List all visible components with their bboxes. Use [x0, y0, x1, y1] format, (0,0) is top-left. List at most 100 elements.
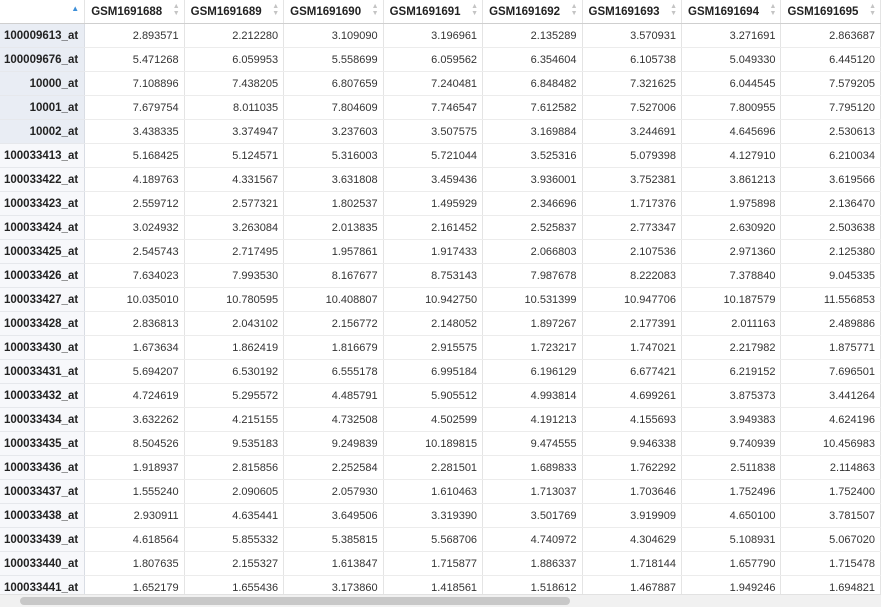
- table-cell: 6.196129: [482, 359, 583, 384]
- data-table: ▲ GSM1691688 ▲ ▼ GSM1691689 ▲ ▼ GSM1691690 ▲ ▼ GS…: [0, 0, 881, 600]
- table-cell: 1.975898: [681, 191, 782, 216]
- column-header-gsm1691689[interactable]: GSM1691689 ▲ ▼: [184, 0, 285, 24]
- table-cell: 1.747021: [582, 335, 683, 360]
- table-cell: 9.249839: [283, 431, 384, 456]
- table-cell: 3.619566: [780, 167, 881, 192]
- table-cell: 3.875373: [681, 383, 782, 408]
- table-cell: 3.237603: [283, 119, 384, 144]
- sort-icon[interactable]: ▲ ▼: [372, 3, 379, 17]
- table-row: 100033413_at 5.168425 5.124571 5.316003 5.72…: [0, 143, 881, 168]
- column-header-gsm1691693[interactable]: GSM1691693 ▲ ▼: [582, 0, 683, 24]
- row-name: 100033438_at: [0, 503, 86, 528]
- column-header-gsm1691688[interactable]: GSM1691688 ▲ ▼: [84, 0, 185, 24]
- column-header-gsm1691690[interactable]: GSM1691690 ▲ ▼: [283, 0, 384, 24]
- table-cell: 2.577321: [184, 191, 285, 216]
- table-cell: 1.717376: [582, 191, 683, 216]
- row-name: 100009613_at: [0, 23, 86, 48]
- table-cell: 3.752381: [582, 167, 683, 192]
- row-name: 100009676_at: [0, 47, 86, 72]
- table-cell: 7.993530: [184, 263, 285, 288]
- table-cell: 7.321625: [582, 71, 683, 96]
- table-cell: 7.795120: [780, 95, 881, 120]
- table-row: 100033435_at 8.504526 9.535183 9.249839 10.1…: [0, 431, 881, 456]
- table-cell: 6.530192: [184, 359, 285, 384]
- row-name: 100033432_at: [0, 383, 86, 408]
- table-cell: 2.971360: [681, 239, 782, 264]
- table-cell: 4.189763: [84, 167, 185, 192]
- sort-ascending-icon[interactable]: ▲: [71, 4, 79, 13]
- table-cell: 5.168425: [84, 143, 185, 168]
- table-cell: 7.987678: [482, 263, 583, 288]
- table-cell: 1.807635: [84, 551, 185, 576]
- table-cell: 2.161452: [383, 215, 484, 240]
- sort-icon[interactable]: ▲ ▼: [770, 3, 777, 17]
- table-cell: 4.740972: [482, 527, 583, 552]
- table-cell: 6.677421: [582, 359, 683, 384]
- table-cell: 2.815856: [184, 455, 285, 480]
- table-cell: 10.942750: [383, 287, 484, 312]
- column-header-label: GSM1691695: [787, 5, 859, 18]
- table-cell: 3.632262: [84, 407, 185, 432]
- table-cell: 2.630920: [681, 215, 782, 240]
- table-cell: 2.252584: [283, 455, 384, 480]
- table-cell: 4.215155: [184, 407, 285, 432]
- row-names-header[interactable]: ▲: [0, 0, 86, 24]
- table-cell: 1.816679: [283, 335, 384, 360]
- sort-icon[interactable]: ▲ ▼: [670, 3, 677, 17]
- column-header-gsm1691695[interactable]: GSM1691695 ▲ ▼: [780, 0, 881, 24]
- table-cell: 5.905512: [383, 383, 484, 408]
- table-cell: 3.525316: [482, 143, 583, 168]
- table-cell: 11.556853: [780, 287, 881, 312]
- table-row: 100033424_at 3.024932 3.263084 2.013835 2.16…: [0, 215, 881, 240]
- table-row: 100033434_at 3.632262 4.215155 4.732508 4.50…: [0, 407, 881, 432]
- table-cell: 2.545743: [84, 239, 185, 264]
- table-cell: 1.718144: [582, 551, 683, 576]
- table-cell: 7.746547: [383, 95, 484, 120]
- table-cell: 2.930911: [84, 503, 185, 528]
- table-cell: 6.105738: [582, 47, 683, 72]
- table-cell: 3.501769: [482, 503, 583, 528]
- table-cell: 1.875771: [780, 335, 881, 360]
- table-cell: 1.689833: [482, 455, 583, 480]
- table-cell: 5.049330: [681, 47, 782, 72]
- scrollbar-thumb[interactable]: [20, 597, 570, 605]
- sort-icon[interactable]: ▲ ▼: [173, 3, 180, 17]
- sort-icon[interactable]: ▲ ▼: [571, 3, 578, 17]
- row-name: 10001_at: [0, 95, 86, 120]
- table-cell: 10.408807: [283, 287, 384, 312]
- table-cell: 6.059953: [184, 47, 285, 72]
- table-row: 100033428_at 2.836813 2.043102 2.156772 2.14…: [0, 311, 881, 336]
- table-cell: 2.281501: [383, 455, 484, 480]
- table-cell: 8.011035: [184, 95, 285, 120]
- column-header-gsm1691694[interactable]: GSM1691694 ▲ ▼: [681, 0, 782, 24]
- column-header-gsm1691691[interactable]: GSM1691691 ▲ ▼: [383, 0, 484, 24]
- table-cell: 1.957861: [283, 239, 384, 264]
- table-cell: 10.189815: [383, 431, 484, 456]
- sort-icon[interactable]: ▲ ▼: [471, 3, 478, 17]
- column-header-gsm1691692[interactable]: GSM1691692 ▲ ▼: [482, 0, 583, 24]
- table-cell: 3.936001: [482, 167, 583, 192]
- row-name: 100033425_at: [0, 239, 86, 264]
- table-cell: 1.762292: [582, 455, 683, 480]
- table-cell: 4.502599: [383, 407, 484, 432]
- table-cell: 7.527006: [582, 95, 683, 120]
- table-cell: 8.504526: [84, 431, 185, 456]
- sort-icon[interactable]: ▲ ▼: [869, 3, 876, 17]
- table-cell: 1.917433: [383, 239, 484, 264]
- row-name: 100033428_at: [0, 311, 86, 336]
- table-row: 100033425_at 2.545743 2.717495 1.957861 1.91…: [0, 239, 881, 264]
- horizontal-scrollbar[interactable]: [0, 594, 881, 607]
- table-cell: 2.212280: [184, 23, 285, 48]
- table-row: 10002_at 3.438335 3.374947 3.237603 3.507575…: [0, 119, 881, 144]
- table-cell: 10.531399: [482, 287, 583, 312]
- table-cell: 3.949383: [681, 407, 782, 432]
- table-cell: 7.679754: [84, 95, 185, 120]
- sort-icon[interactable]: ▲ ▼: [272, 3, 279, 17]
- table-cell: 6.210034: [780, 143, 881, 168]
- table-cell: 2.135289: [482, 23, 583, 48]
- table-cell: 4.645696: [681, 119, 782, 144]
- table-cell: 3.649506: [283, 503, 384, 528]
- table-cell: 7.438205: [184, 71, 285, 96]
- table-row: 100033422_at 4.189763 4.331567 3.631808 3.45…: [0, 167, 881, 192]
- table-cell: 2.107536: [582, 239, 683, 264]
